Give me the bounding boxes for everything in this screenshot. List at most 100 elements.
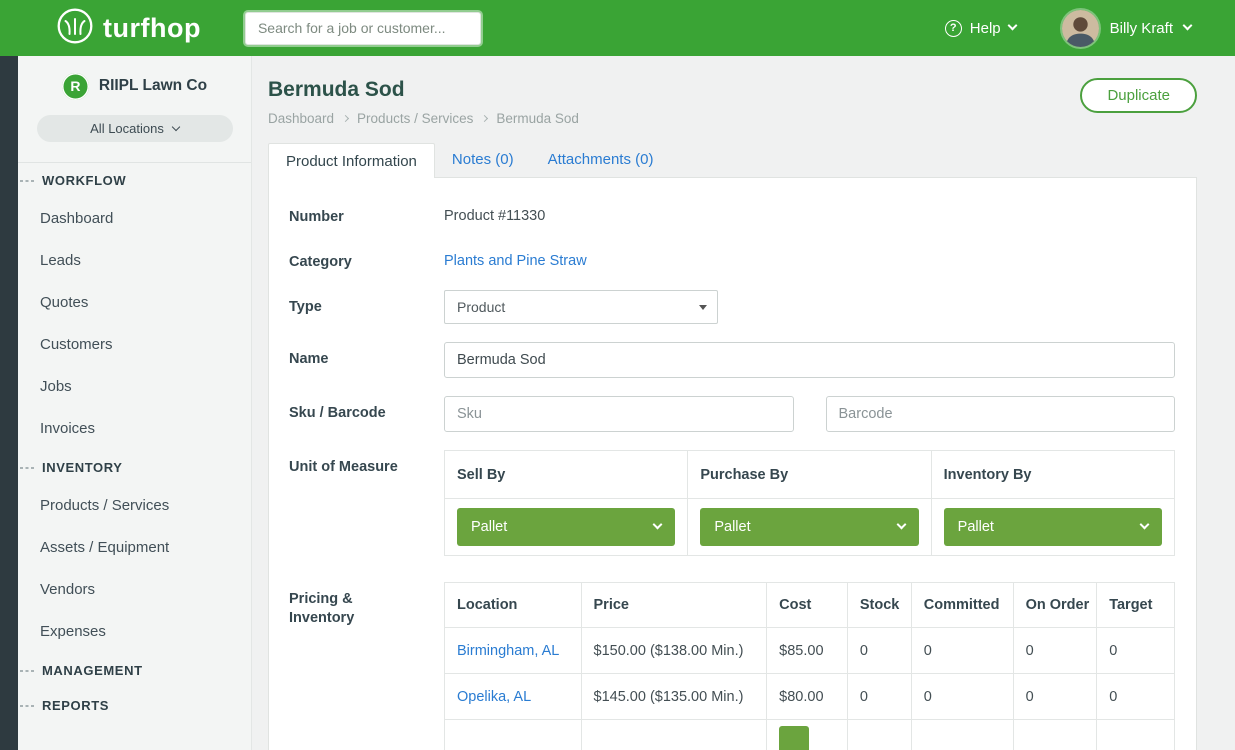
chevron-down-icon: [896, 520, 906, 530]
topbar-right: ? Help Billy Kraft: [945, 10, 1191, 47]
sell-by-dropdown[interactable]: Pallet: [457, 508, 675, 546]
sidebar-item-assets-equipment[interactable]: Assets / Equipment: [18, 527, 251, 569]
breadcrumb-dashboard[interactable]: Dashboard: [268, 111, 334, 126]
sidebar: R RIIPL Lawn Co All Locations WORKFLOW D…: [18, 56, 252, 750]
col-on-order: On Order: [1013, 583, 1097, 628]
sidebar-item-vendors[interactable]: Vendors: [18, 569, 251, 611]
help-label: Help: [970, 20, 1001, 37]
sidebar-nav: WORKFLOW Dashboard Leads Quotes Customer…: [18, 163, 251, 723]
barcode-input[interactable]: [826, 396, 1176, 432]
section-dash-icon: [20, 467, 35, 469]
location-link-birmingham[interactable]: Birmingham, AL: [457, 643, 559, 659]
uom-col-inventory-by: Inventory By: [931, 451, 1174, 499]
breadcrumb-current: Bermuda Sod: [496, 111, 579, 126]
pricing-row: Birmingham, AL $150.00 ($138.00 Min.) $8…: [445, 628, 1175, 674]
col-cost: Cost: [767, 583, 848, 628]
app-logo[interactable]: turfhop: [56, 7, 201, 50]
number-value: Product #11330: [444, 200, 545, 227]
company-logo-badge: R: [62, 73, 89, 100]
category-row: Category Plants and Pine Straw: [289, 245, 1175, 272]
number-label: Number: [289, 200, 444, 227]
tab-notes[interactable]: Notes (0): [435, 142, 531, 177]
inventory-by-value: Pallet: [958, 519, 994, 535]
sidebar-item-customers[interactable]: Customers: [18, 324, 251, 366]
help-menu[interactable]: ? Help: [945, 20, 1016, 37]
top-bar: turfhop ? Help Billy Kraft: [0, 0, 1235, 56]
nav-section-label: WORKFLOW: [42, 173, 126, 188]
on-order-cell: 0: [1013, 674, 1097, 720]
breadcrumb-products-services[interactable]: Products / Services: [357, 111, 473, 126]
section-dash-icon: [20, 670, 35, 672]
category-link[interactable]: Plants and Pine Straw: [444, 245, 587, 272]
uom-table: Sell By Purchase By Inventory By Pallet: [444, 450, 1175, 556]
chevron-down-icon: [172, 123, 180, 131]
locations-dropdown[interactable]: All Locations: [37, 115, 233, 142]
target-cell: 0: [1097, 674, 1175, 720]
committed-cell: 0: [911, 674, 1013, 720]
sidebar-item-dashboard[interactable]: Dashboard: [18, 198, 251, 240]
section-dash-icon: [20, 705, 35, 707]
committed-cell: 0: [911, 628, 1013, 674]
chevron-down-icon: [653, 520, 663, 530]
type-label: Type: [289, 290, 444, 324]
sidebar-item-expenses[interactable]: Expenses: [18, 611, 251, 653]
product-information-card: Number Product #11330 Category Plants an…: [268, 177, 1197, 750]
sku-input[interactable]: [444, 396, 794, 432]
logo-text: turfhop: [103, 13, 201, 44]
nav-section-label: REPORTS: [42, 698, 109, 713]
sidebar-item-invoices[interactable]: Invoices: [18, 408, 251, 450]
pricing-row: Opelika, AL $145.00 ($135.00 Min.) $80.0…: [445, 674, 1175, 720]
main-content: Bermuda Sod Dashboard Products / Service…: [252, 56, 1235, 750]
nav-section-reports[interactable]: REPORTS: [18, 688, 251, 723]
name-input[interactable]: [444, 342, 1175, 378]
chevron-down-icon: [1140, 520, 1150, 530]
pricing-label: Pricing & Inventory: [289, 582, 444, 750]
user-menu[interactable]: Billy Kraft: [1062, 10, 1191, 47]
locations-label: All Locations: [90, 121, 164, 136]
sell-by-value: Pallet: [471, 519, 507, 535]
pricing-row-partial: [445, 720, 1175, 750]
nav-section-workflow[interactable]: WORKFLOW: [18, 163, 251, 198]
sidebar-item-quotes[interactable]: Quotes: [18, 282, 251, 324]
price-cell: $150.00 ($138.00 Min.): [581, 628, 767, 674]
partial-green-control[interactable]: [779, 726, 809, 750]
tab-attachments[interactable]: Attachments (0): [531, 142, 671, 177]
sidebar-item-leads[interactable]: Leads: [18, 240, 251, 282]
unit-of-measure-row: Unit of Measure Sell By Purchase By Inve…: [289, 450, 1175, 556]
cost-cell: $80.00: [767, 674, 848, 720]
sidebar-item-products-services[interactable]: Products / Services: [18, 485, 251, 527]
tab-bar: Product Information Notes (0) Attachment…: [268, 142, 1197, 177]
location-link-opelika[interactable]: Opelika, AL: [457, 689, 531, 705]
col-target: Target: [1097, 583, 1175, 628]
price-cell: $145.00 ($135.00 Min.): [581, 674, 767, 720]
chevron-down-icon: [1007, 21, 1017, 31]
col-location: Location: [445, 583, 582, 628]
nav-section-label: MANAGEMENT: [42, 663, 143, 678]
company-row: R RIIPL Lawn Co: [18, 70, 251, 102]
nav-section-inventory[interactable]: INVENTORY: [18, 450, 251, 485]
col-stock: Stock: [847, 583, 911, 628]
col-price: Price: [581, 583, 767, 628]
search-input[interactable]: [245, 12, 481, 45]
caret-down-icon: [699, 305, 707, 310]
chevron-right-icon: [342, 115, 349, 122]
number-row: Number Product #11330: [289, 200, 1175, 227]
tab-product-information[interactable]: Product Information: [268, 143, 435, 178]
stock-cell: 0: [847, 674, 911, 720]
purchase-by-value: Pallet: [714, 519, 750, 535]
inventory-by-dropdown[interactable]: Pallet: [944, 508, 1162, 546]
user-name: Billy Kraft: [1110, 20, 1173, 37]
type-row: Type Product: [289, 290, 1175, 324]
nav-section-label: INVENTORY: [42, 460, 123, 475]
duplicate-button[interactable]: Duplicate: [1080, 78, 1197, 113]
sidebar-item-jobs[interactable]: Jobs: [18, 366, 251, 408]
nav-section-management[interactable]: MANAGEMENT: [18, 653, 251, 688]
breadcrumb: Dashboard Products / Services Bermuda So…: [268, 111, 579, 126]
purchase-by-dropdown[interactable]: Pallet: [700, 508, 918, 546]
col-committed: Committed: [911, 583, 1013, 628]
target-cell: 0: [1097, 628, 1175, 674]
type-select-value: Product: [457, 299, 505, 315]
category-label: Category: [289, 245, 444, 272]
type-select[interactable]: Product: [444, 290, 718, 324]
left-rail: [0, 56, 18, 750]
